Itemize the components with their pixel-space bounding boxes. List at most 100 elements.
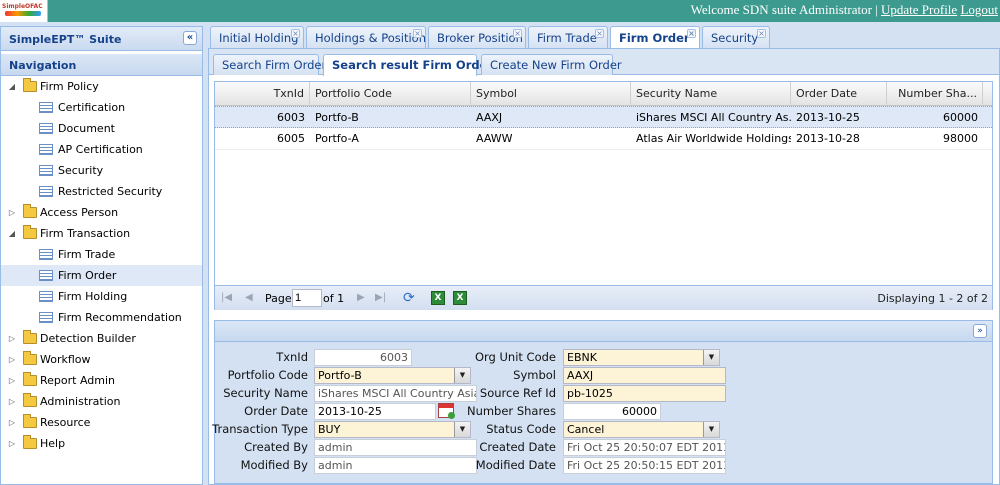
tab[interactable]: Initial Holding ×: [210, 26, 304, 48]
sub-tab[interactable]: Create New Firm Order: [481, 54, 622, 75]
refresh-icon[interactable]: ⟳: [403, 290, 415, 306]
expand-toggle-icon[interactable]: ▷: [7, 349, 17, 370]
tab[interactable]: Broker Position ×: [428, 26, 526, 48]
close-tab-icon[interactable]: ×: [595, 29, 604, 38]
nav-item[interactable]: Certification: [1, 97, 202, 118]
tab[interactable]: Security ×: [702, 26, 770, 48]
portfolio-code-combo[interactable]: Portfo-B ▼: [314, 367, 471, 384]
order-date-field[interactable]: 2013-10-25: [314, 403, 436, 420]
column-header[interactable]: Security Name: [631, 82, 791, 106]
source-ref-id-field[interactable]: pb-1025: [563, 385, 726, 402]
nav-item[interactable]: Document: [1, 118, 202, 139]
number-shares-field[interactable]: 60000: [563, 403, 661, 420]
org-unit-code-combo[interactable]: EBNK ▼: [563, 349, 720, 366]
prev-page-icon[interactable]: ◀: [245, 292, 253, 303]
list-icon: [39, 123, 53, 134]
sub-tab[interactable]: Search Firm Order: [213, 54, 326, 75]
tab[interactable]: Firm Order ×: [610, 26, 700, 49]
created-date-field[interactable]: Fri Oct 25 20:50:07 EDT 2013: [563, 439, 726, 456]
collapse-toggle-icon[interactable]: ◢: [7, 76, 17, 97]
expand-toggle-icon[interactable]: ▷: [7, 433, 17, 454]
last-page-icon[interactable]: ▶|: [375, 292, 386, 303]
update-profile-link[interactable]: Update Profile: [881, 2, 957, 17]
nav-item[interactable]: Firm Order: [1, 265, 202, 286]
nav-item[interactable]: AP Certification: [1, 139, 202, 160]
suite-header: SimpleEPT™ Suite «: [1, 27, 202, 51]
security-name-label: Security Name: [223, 386, 308, 400]
nav-item[interactable]: Firm Trade: [1, 244, 202, 265]
number-shares-label: Number Shares: [466, 404, 556, 418]
security-name-field[interactable]: iShares MSCI All Country Asia ex: [314, 385, 477, 402]
created-by-field[interactable]: admin: [314, 439, 477, 456]
detail-panel-header: »: [214, 320, 993, 342]
close-tab-icon[interactable]: ×: [757, 29, 766, 38]
expand-toggle-icon[interactable]: ▷: [7, 202, 17, 223]
close-tab-icon[interactable]: ×: [291, 29, 300, 38]
nav-item[interactable]: ◢ Firm Transaction: [1, 223, 202, 244]
paging-info: Displaying 1 - 2 of 2: [877, 292, 988, 305]
org-unit-code-dropdown-icon[interactable]: ▼: [703, 350, 719, 365]
expand-detail-button[interactable]: »: [973, 324, 987, 338]
collapse-toggle-icon[interactable]: ◢: [7, 223, 17, 244]
list-icon: [39, 270, 53, 281]
tab[interactable]: Holdings & Position ×: [306, 26, 426, 48]
nav-item[interactable]: Firm Holding: [1, 286, 202, 307]
page-number-input[interactable]: [292, 289, 322, 307]
column-header[interactable]: Symbol: [471, 82, 631, 106]
transaction-type-combo[interactable]: BUY ▼: [314, 421, 471, 438]
symbol-field[interactable]: AAXJ: [563, 367, 726, 384]
nav-item[interactable]: ▷ Administration: [1, 391, 202, 412]
grid-header: TxnId Portfolio Code Symbol Security Name Or…: [215, 82, 992, 106]
tab-label: Firm Order: [619, 31, 690, 45]
status-code-combo[interactable]: Cancel ▼: [563, 421, 720, 438]
column-header[interactable]: TxnId: [215, 82, 310, 106]
column-header[interactable]: Number Sha...: [887, 82, 983, 106]
nav-item[interactable]: ▷ Resource: [1, 412, 202, 433]
tab[interactable]: Firm Trade ×: [528, 26, 608, 48]
nav-item[interactable]: ▷ Detection Builder: [1, 328, 202, 349]
column-header[interactable]: Order Date: [791, 82, 887, 106]
column-header[interactable]: Portfolio Code: [310, 82, 471, 106]
folder-icon: [23, 204, 37, 218]
txnid-field[interactable]: 6003: [314, 349, 412, 366]
table-row[interactable]: 6003 Portfo-B AAXJ iShares MSCI All Country…: [215, 106, 992, 128]
nav-item[interactable]: ▷ Access Person: [1, 202, 202, 223]
nav-item[interactable]: ◢ Firm Policy: [1, 76, 202, 97]
portfolio-code-label: Portfolio Code: [227, 368, 308, 382]
sub-tab[interactable]: Search result Firm Order: [323, 54, 493, 76]
nav-item[interactable]: ▷ Report Admin: [1, 370, 202, 391]
navigation-header: Navigation: [1, 54, 202, 76]
logo-swoosh: [5, 11, 41, 16]
expand-toggle-icon[interactable]: ▷: [7, 328, 17, 349]
expand-toggle-icon[interactable]: ▷: [7, 412, 17, 433]
calendar-icon[interactable]: [438, 403, 455, 419]
table-cell: Portfo-B: [315, 111, 359, 124]
logout-link[interactable]: Logout: [960, 2, 998, 17]
nav-item-label: Resource: [40, 416, 91, 429]
close-tab-icon[interactable]: ×: [413, 29, 422, 38]
expand-toggle-icon[interactable]: ▷: [7, 391, 17, 412]
close-tab-icon[interactable]: ×: [513, 29, 522, 38]
close-tab-icon[interactable]: ×: [687, 29, 696, 38]
export-excel-all-icon[interactable]: X: [453, 291, 467, 305]
first-page-icon[interactable]: |◀: [221, 292, 232, 303]
collapse-sidebar-button[interactable]: «: [183, 31, 197, 45]
status-code-dropdown-icon[interactable]: ▼: [703, 422, 719, 437]
expand-toggle-icon[interactable]: ▷: [7, 370, 17, 391]
nav-item[interactable]: ▷ Workflow: [1, 349, 202, 370]
order-date-label: Order Date: [244, 404, 308, 418]
main-tab-bar: Initial Holding × Holdings & Position × Brok…: [208, 26, 1000, 49]
next-page-icon[interactable]: ▶: [357, 292, 365, 303]
portfolio-code-dropdown-icon[interactable]: ▼: [454, 368, 470, 383]
nav-item[interactable]: Security: [1, 160, 202, 181]
nav-item[interactable]: ▷ Help: [1, 433, 202, 454]
nav-item[interactable]: Firm Recommendation: [1, 307, 202, 328]
table-row[interactable]: 6005 Portfo-A AAWW Atlas Air Worldwide Hold…: [215, 128, 992, 150]
tab-label: Firm Trade: [537, 31, 597, 45]
nav-item-label: AP Certification: [58, 143, 143, 156]
modified-by-field[interactable]: admin: [314, 457, 477, 474]
export-excel-icon[interactable]: X: [431, 291, 445, 305]
nav-item[interactable]: Restricted Security: [1, 181, 202, 202]
modified-date-field[interactable]: Fri Oct 25 20:50:15 EDT 2013: [563, 457, 726, 474]
transaction-type-dropdown-icon[interactable]: ▼: [454, 422, 470, 437]
